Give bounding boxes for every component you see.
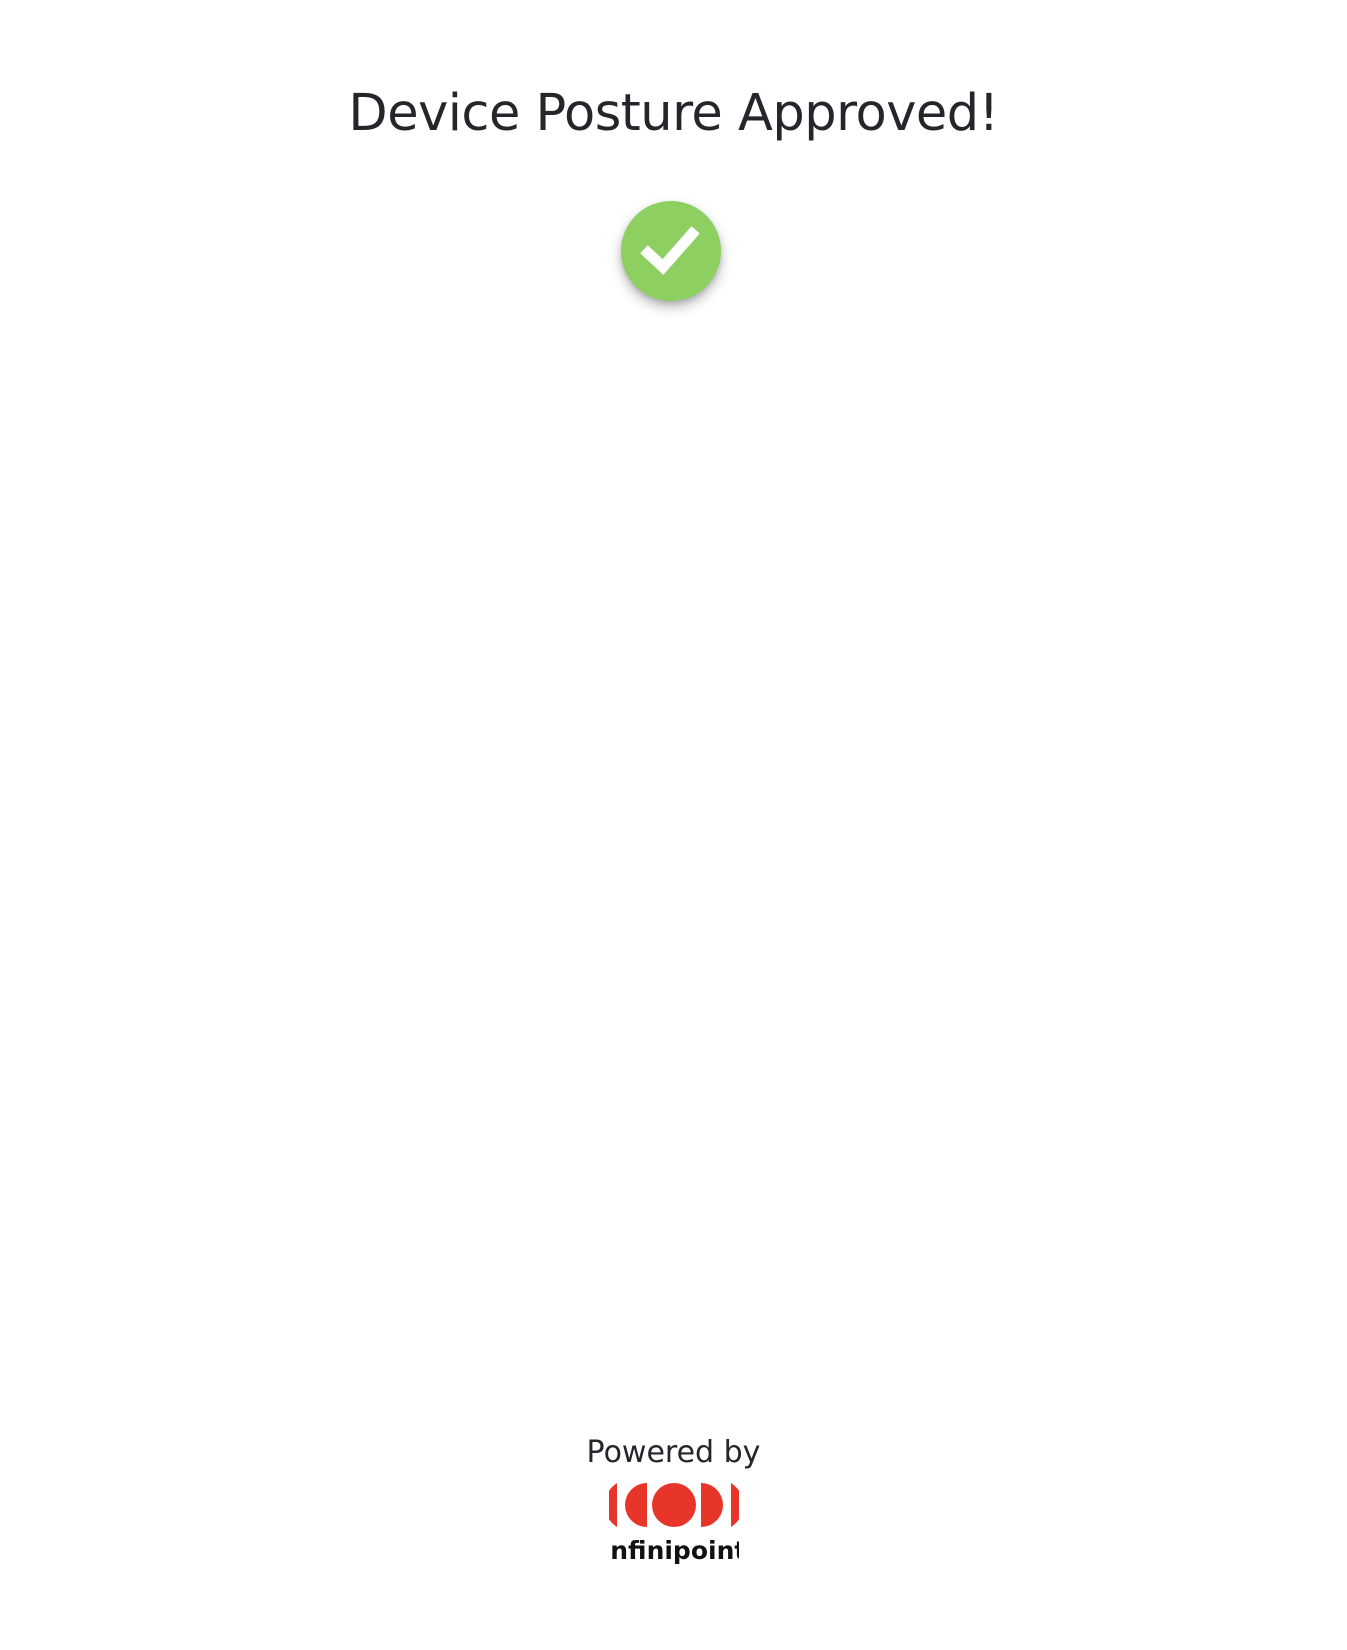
powered-by-label: Powered by (586, 1435, 761, 1470)
footer: Powered by infinipoint (0, 1433, 1347, 1567)
approved-status-badge (621, 201, 721, 301)
page-title: Device Posture Approved! (348, 84, 999, 143)
approval-page: Device Posture Approved! Powered by infi… (0, 0, 1347, 1650)
infinipoint-logo: infinipoint (608, 1483, 739, 1565)
check-icon (640, 226, 700, 275)
brand-name: infinipoint (609, 1536, 739, 1565)
